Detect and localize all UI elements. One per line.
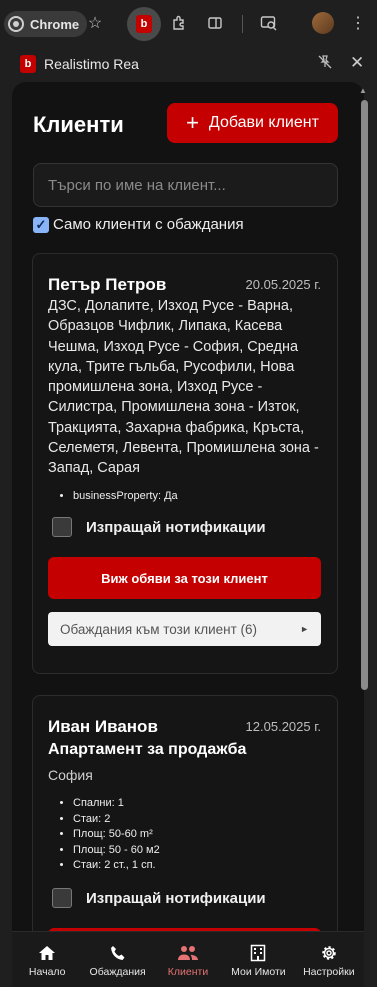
prop-item: Площ: 50 - 60 м2	[73, 843, 160, 859]
panel-title: Realistimo Rea	[44, 56, 139, 72]
calls-label: Обаждания към този клиент (6)	[60, 621, 258, 637]
nav-item-home[interactable]: Начало	[12, 932, 82, 987]
extension-active-icon[interactable]: b	[127, 7, 161, 41]
phone-icon	[109, 942, 127, 964]
unpin-icon[interactable]	[318, 55, 332, 72]
prop-item: Спални: 1	[73, 796, 160, 812]
people-icon	[177, 942, 199, 964]
calls-filter[interactable]: ✓ Само клиенти с обаждания	[33, 216, 244, 233]
caret-right-icon: ►	[300, 624, 309, 634]
filter-label: Само клиенти с обаждания	[53, 216, 244, 233]
side-panel-icon[interactable]	[205, 13, 225, 33]
puzzle-icon[interactable]	[170, 13, 190, 33]
client-name: Иван Иванов	[48, 717, 158, 736]
client-name: Петър Петров	[48, 275, 167, 294]
nav-label: Клиенти	[167, 966, 209, 978]
nav-label: Обаждания	[89, 966, 146, 978]
notifications-label: Изпращай нотификации	[86, 889, 266, 907]
client-card: Петър Петров 20.05.2025 г. ДЗС, Долапите…	[32, 253, 338, 674]
toolbar-divider	[242, 15, 243, 33]
panel-logo-icon: b	[20, 55, 36, 73]
chrome-label: Chrome	[30, 16, 80, 32]
chrome-icon	[8, 16, 24, 32]
search-input[interactable]	[33, 163, 338, 207]
client-date: 20.05.2025 г.	[245, 277, 321, 292]
side-panel-header: b Realistimo Rea ✕	[0, 46, 377, 82]
scroll-up-arrow-icon[interactable]: ▲	[359, 86, 367, 95]
nav-item-settings[interactable]: Настройки	[294, 932, 364, 987]
client-props: Спални: 1 Стаи: 2 Площ: 50-60 m² Площ: 5…	[73, 796, 160, 874]
nav-item-calls[interactable]: Обаждания	[82, 932, 152, 987]
client-props: businessProperty: Да	[73, 489, 178, 505]
client-areas: ДЗС, Долапите, Изход Русе - Варна, Образ…	[48, 298, 319, 477]
notifications-label: Изпращай нотификации	[86, 518, 266, 536]
view-listings-button[interactable]: Виж обяви за този клиент	[48, 557, 321, 599]
nav-item-my-properties[interactable]: Мои Имоти	[223, 932, 293, 987]
app-container: Клиенти + Добави клиент ✓ Само клиенти с…	[12, 82, 364, 987]
add-client-button[interactable]: + Добави клиент	[167, 103, 338, 143]
browser-toolbar: Chrome ☆ b ⋮	[0, 0, 377, 46]
add-client-label: Добави клиент	[208, 114, 319, 131]
bottom-nav: Начало Обаждания Клиенти Мои Имоти Настр…	[12, 931, 364, 987]
prop-item: Площ: 50-60 m²	[73, 827, 160, 843]
notifications-checkbox[interactable]	[52, 888, 72, 908]
nav-label: Начало	[28, 966, 66, 978]
nav-item-clients[interactable]: Клиенти	[153, 932, 223, 987]
plus-icon: +	[186, 110, 199, 135]
calls-dropdown[interactable]: Обаждания към този клиент (6) ►	[48, 612, 321, 646]
star-icon[interactable]: ☆	[85, 13, 105, 33]
scrollbar-thumb[interactable]	[361, 100, 368, 690]
notifications-checkbox[interactable]	[52, 517, 72, 537]
avatar[interactable]	[312, 12, 334, 34]
more-icon[interactable]: ⋮	[348, 13, 368, 33]
close-panel-icon[interactable]: ✕	[350, 53, 364, 73]
nav-label: Мои Имоти	[231, 966, 286, 978]
client-city: София	[48, 767, 93, 783]
client-property-type: Апартамент за продажба	[48, 741, 247, 758]
client-date: 12.05.2025 г.	[245, 719, 321, 734]
checkbox-checked-icon[interactable]: ✓	[33, 216, 49, 233]
chrome-chip[interactable]: Chrome	[4, 11, 88, 37]
notifications-toggle[interactable]: Изпращай нотификации	[52, 517, 266, 537]
prop-item: Стаи: 2	[73, 812, 160, 828]
building-icon	[250, 942, 266, 964]
prop-item: businessProperty: Да	[73, 489, 178, 505]
nav-label: Настройки	[303, 966, 355, 978]
page-title: Клиенти	[33, 112, 124, 137]
notifications-toggle[interactable]: Изпращай нотификации	[52, 888, 266, 908]
realistimo-logo-icon: b	[136, 15, 152, 33]
prop-item: Стаи: 2 ст., 1 сп.	[73, 858, 160, 874]
search-tab-icon[interactable]	[259, 13, 279, 33]
home-icon	[38, 942, 56, 964]
gear-icon	[320, 942, 338, 964]
